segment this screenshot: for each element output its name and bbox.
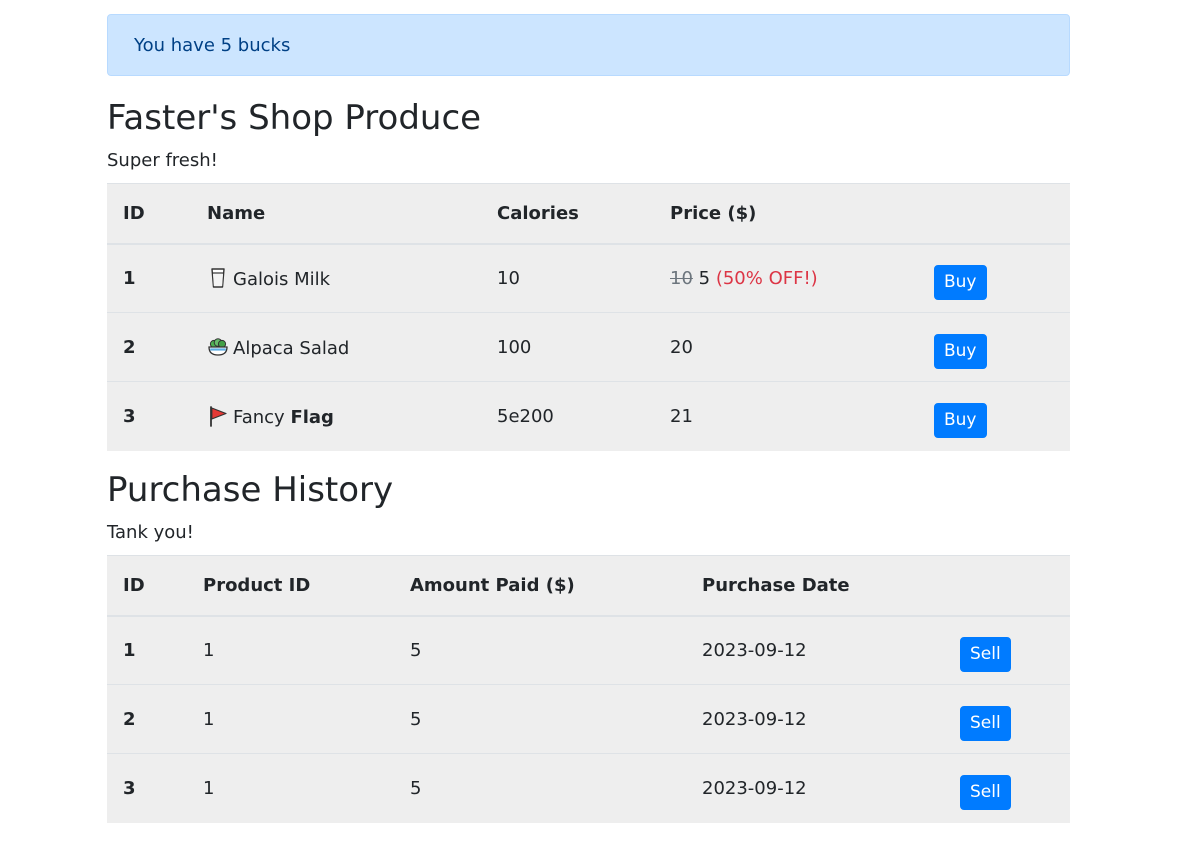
- balance-alert-text: You have 5 bucks: [134, 34, 291, 56]
- original-price: 10: [670, 268, 693, 290]
- purchase-row: 3 1 5 2023-09-12 Sell: [107, 753, 1070, 823]
- col-header-actions: [944, 555, 1070, 617]
- history-table: ID Product ID Amount Paid ($) Purchase D…: [107, 555, 1070, 823]
- history-header-row: ID Product ID Amount Paid ($) Purchase D…: [107, 555, 1070, 617]
- product-name: Galois Milk: [233, 269, 331, 291]
- product-price: 5: [698, 268, 711, 290]
- product-id: 3: [107, 381, 191, 451]
- product-name: Alpaca Salad: [233, 337, 350, 359]
- purchase-id: 2: [107, 684, 187, 754]
- purchase-row: 1 1 5 2023-09-12 Sell: [107, 615, 1070, 685]
- purchase-date: 2023-09-12: [686, 753, 944, 823]
- col-header-name: Name: [191, 183, 481, 245]
- history-subtitle: Tank you!: [107, 521, 194, 543]
- shop-title: Faster's Shop Produce: [107, 98, 482, 138]
- product-id: 1: [107, 243, 191, 313]
- col-header-id: ID: [107, 183, 191, 245]
- red-flag-icon: [210, 406, 227, 428]
- purchase-date: 2023-09-12: [686, 684, 944, 754]
- col-header-date: Purchase Date: [686, 555, 944, 617]
- purchase-action-cell: Sell: [944, 615, 1070, 685]
- product-name: Fancy: [233, 407, 285, 429]
- salad-bowl-icon: [208, 338, 228, 356]
- products-header-row: ID Name Calories Price ($): [107, 183, 1070, 245]
- col-header-id: ID: [107, 555, 187, 617]
- product-row: 2 Alpaca Salad 100 20 Buy: [107, 312, 1070, 382]
- product-price-cell: 21: [654, 381, 918, 451]
- sell-button[interactable]: Sell: [960, 636, 1011, 673]
- product-name-cell: Fancy Flag: [191, 381, 481, 451]
- purchase-product-id: 1: [187, 615, 394, 685]
- product-price-cell: 20: [654, 312, 918, 382]
- sell-button[interactable]: Sell: [960, 705, 1011, 742]
- product-name-cell: Alpaca Salad: [191, 312, 481, 382]
- purchase-action-cell: Sell: [944, 684, 1070, 754]
- milk-glass-icon: [211, 268, 225, 288]
- col-header-price: Price ($): [654, 183, 918, 245]
- product-row: 3 Fancy Flag 5e200 21 Buy: [107, 381, 1070, 451]
- balance-alert: You have 5 bucks: [107, 14, 1070, 76]
- product-action-cell: Buy: [918, 243, 1070, 313]
- purchase-action-cell: Sell: [944, 753, 1070, 823]
- col-header-calories: Calories: [481, 183, 654, 245]
- product-action-cell: Buy: [918, 381, 1070, 451]
- product-name-cell: Galois Milk: [191, 243, 481, 313]
- product-calories: 5e200: [481, 381, 654, 451]
- col-header-amount: Amount Paid ($): [394, 555, 686, 617]
- product-action-cell: Buy: [918, 312, 1070, 382]
- discount-label: (50% OFF!): [715, 268, 818, 290]
- purchase-amount: 5: [394, 615, 686, 685]
- purchase-id: 3: [107, 753, 187, 823]
- buy-button[interactable]: Buy: [934, 333, 987, 370]
- product-price: 20: [670, 336, 693, 358]
- purchase-id: 1: [107, 615, 187, 685]
- purchase-row: 2 1 5 2023-09-12 Sell: [107, 684, 1070, 754]
- product-calories: 10: [481, 243, 654, 313]
- product-row: 1 Galois Milk 10 10 5 (50% OFF!) Buy: [107, 243, 1070, 313]
- col-header-actions: [918, 183, 1070, 245]
- product-price: 21: [670, 406, 693, 428]
- products-table: ID Name Calories Price ($) 1 Galois Milk: [107, 183, 1070, 451]
- product-price-cell: 10 5 (50% OFF!): [654, 243, 918, 313]
- purchase-amount: 5: [394, 684, 686, 754]
- page-container: You have 5 bucks Faster's Shop Produce S…: [107, 14, 1070, 823]
- shop-subtitle: Super fresh!: [107, 149, 218, 171]
- sell-button[interactable]: Sell: [960, 774, 1011, 811]
- purchase-product-id: 1: [187, 684, 394, 754]
- history-title: Purchase History: [107, 469, 394, 510]
- buy-button[interactable]: Buy: [934, 402, 987, 439]
- purchase-amount: 5: [394, 753, 686, 823]
- product-id: 2: [107, 312, 191, 382]
- purchase-product-id: 1: [187, 753, 394, 823]
- product-calories: 100: [481, 312, 654, 382]
- col-header-product-id: Product ID: [187, 555, 394, 617]
- purchase-date: 2023-09-12: [686, 615, 944, 685]
- buy-button[interactable]: Buy: [934, 264, 987, 301]
- product-name-bold: Flag: [290, 407, 334, 429]
